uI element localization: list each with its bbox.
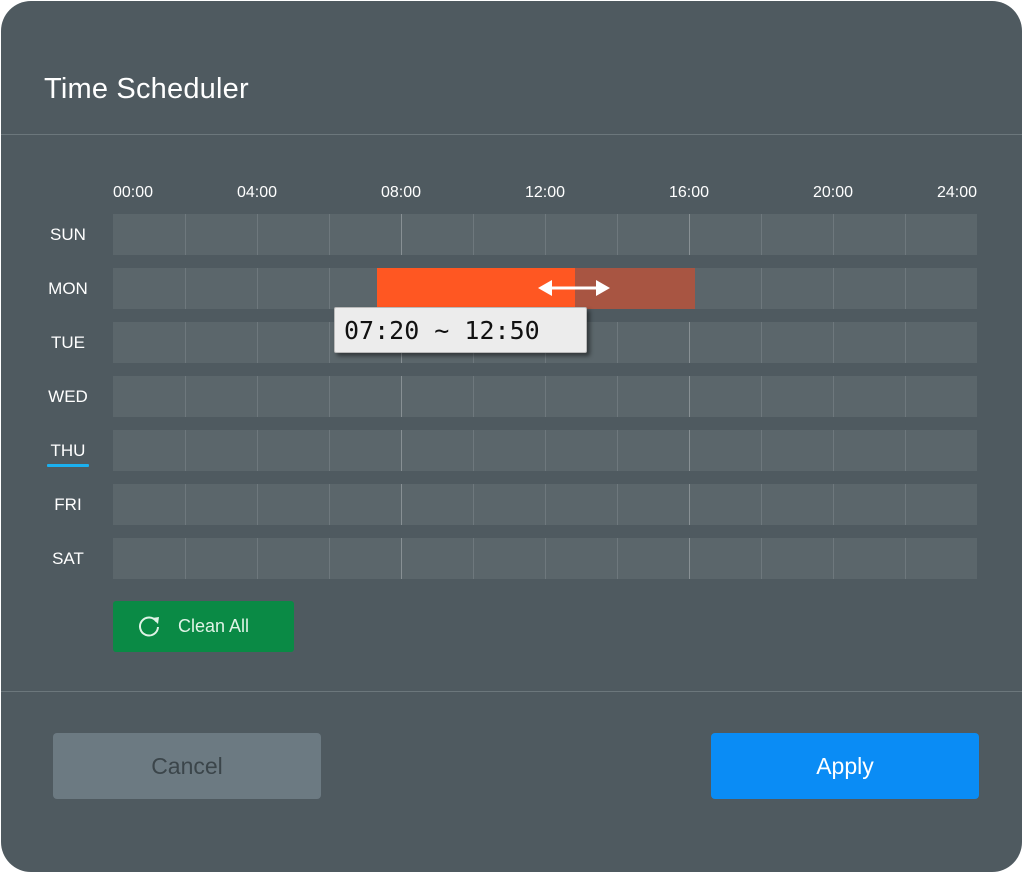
grid-line <box>617 214 618 255</box>
time-scheduler-dialog: Time Scheduler 00:00 04:00 08:00 12:00 16:00… <box>1 1 1022 872</box>
grid-line <box>761 430 762 471</box>
grid-line <box>761 214 762 255</box>
cancel-button[interactable]: Cancel <box>53 733 321 799</box>
grid-line <box>689 484 690 525</box>
hour-label: 00:00 <box>113 184 154 201</box>
hour-label: 16:00 <box>668 184 710 201</box>
grid-line <box>257 214 258 255</box>
day-label-mon[interactable]: MON <box>31 277 105 301</box>
schedule-row-sun[interactable] <box>113 214 977 255</box>
grid-line <box>617 484 618 525</box>
grid-line <box>905 538 906 579</box>
apply-button[interactable]: Apply <box>711 733 979 799</box>
hour-label: 20:00 <box>812 184 854 201</box>
clean-all-label: Clean All <box>178 616 250 636</box>
hour-label: 24:00 <box>936 184 977 201</box>
hour-label: 04:00 <box>236 184 278 201</box>
grid-line <box>761 268 762 309</box>
grid-line <box>401 538 402 579</box>
refresh-icon <box>139 616 159 636</box>
dialog-title: Time Scheduler <box>44 73 249 105</box>
grid-line <box>689 430 690 471</box>
grid-line <box>545 484 546 525</box>
grid-line <box>257 322 258 363</box>
grid-line <box>329 538 330 579</box>
grid-line <box>257 538 258 579</box>
grid-line <box>473 214 474 255</box>
grid-line <box>689 214 690 255</box>
grid-line <box>905 322 906 363</box>
grid-line <box>761 538 762 579</box>
grid-line <box>545 376 546 417</box>
grid-line <box>833 538 834 579</box>
day-label-tue[interactable]: TUE <box>31 331 105 355</box>
grid-line <box>185 214 186 255</box>
day-label-sun[interactable]: SUN <box>31 223 105 247</box>
grid-line <box>473 376 474 417</box>
grid-line <box>545 430 546 471</box>
grid-line <box>185 484 186 525</box>
grid-line <box>329 322 330 363</box>
grid-line <box>617 376 618 417</box>
grid-line <box>257 268 258 309</box>
grid-line <box>761 376 762 417</box>
grid-line <box>905 268 906 309</box>
grid-line <box>905 430 906 471</box>
grid-line <box>689 322 690 363</box>
grid-line <box>329 484 330 525</box>
schedule-row-wed[interactable] <box>113 376 977 417</box>
grid-line <box>545 214 546 255</box>
grid-line <box>473 484 474 525</box>
grid-line <box>329 430 330 471</box>
grid-line <box>617 430 618 471</box>
grid-line <box>833 214 834 255</box>
grid-line <box>401 376 402 417</box>
footer-divider <box>1 691 1022 692</box>
grid-line <box>833 322 834 363</box>
schedule-row-thu[interactable] <box>113 430 977 471</box>
resize-arrow-icon[interactable] <box>538 278 610 298</box>
grid-line <box>905 484 906 525</box>
grid-line <box>257 484 258 525</box>
grid-line <box>689 376 690 417</box>
grid-line <box>185 430 186 471</box>
grid-line <box>329 268 330 309</box>
grid-line <box>689 538 690 579</box>
grid-line <box>833 484 834 525</box>
day-label-thu[interactable]: THU <box>31 439 105 467</box>
grid-line <box>185 376 186 417</box>
grid-line <box>185 322 186 363</box>
day-label-sat[interactable]: SAT <box>31 547 105 571</box>
grid-line <box>185 268 186 309</box>
day-label-wed[interactable]: WED <box>31 385 105 409</box>
grid-line <box>401 430 402 471</box>
grid-line <box>257 430 258 471</box>
schedule-row-sat[interactable] <box>113 538 977 579</box>
grid-line <box>905 214 906 255</box>
grid-line <box>473 430 474 471</box>
grid-line <box>329 376 330 417</box>
grid-line <box>545 538 546 579</box>
hour-label: 08:00 <box>380 184 422 201</box>
schedule-row-fri[interactable] <box>113 484 977 525</box>
grid-line <box>617 538 618 579</box>
grid-line <box>257 376 258 417</box>
header-divider <box>1 134 1022 135</box>
grid-line <box>833 268 834 309</box>
grid-line <box>833 376 834 417</box>
grid-line <box>617 322 618 363</box>
grid-line <box>401 214 402 255</box>
grid-line <box>761 484 762 525</box>
grid-line <box>401 484 402 525</box>
grid-line <box>833 430 834 471</box>
grid-line <box>329 214 330 255</box>
clean-all-button[interactable]: Clean All <box>113 601 294 652</box>
grid-line <box>473 538 474 579</box>
hour-label: 12:00 <box>524 184 566 201</box>
day-label-fri[interactable]: FRI <box>31 493 105 517</box>
grid-line <box>185 538 186 579</box>
time-range-tooltip: 07:20 ~ 12:50 <box>334 307 587 353</box>
grid-line <box>761 322 762 363</box>
grid-line <box>905 376 906 417</box>
